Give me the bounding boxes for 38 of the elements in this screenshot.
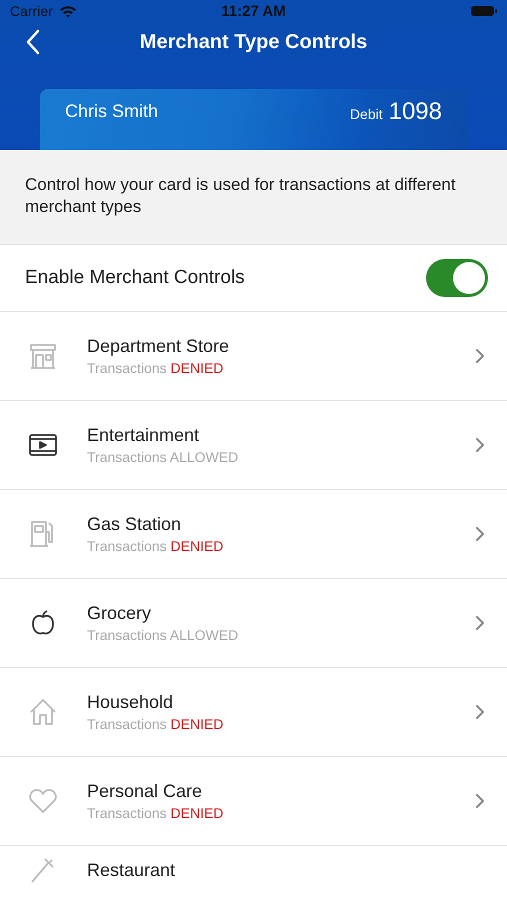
description-text: Control how your card is used for transactions at different merchant types — [25, 174, 457, 218]
merchant-row[interactable]: Restaurant — [0, 846, 507, 886]
merchant-name: Department Store — [87, 336, 230, 357]
transaction-status: Transactions DENIED — [87, 538, 224, 554]
toggle-switch[interactable] — [426, 259, 488, 297]
wifi-icon — [58, 4, 77, 18]
chevron-icon — [475, 437, 485, 453]
screen-title: Merchant Type Controls — [140, 30, 368, 54]
chevron-icon — [475, 348, 485, 364]
merchant-name: Gas Station — [87, 514, 182, 535]
transaction-status: Transactions DENIED — [87, 805, 224, 821]
merchant-row[interactable]: Gas Station Transactions DENIED — [0, 490, 507, 579]
chevron-icon — [475, 704, 485, 720]
merchant-name: Restaurant — [87, 860, 176, 880]
transaction-status: Transactions DENIED — [87, 716, 224, 732]
chevron-icon — [475, 615, 485, 631]
merchant-row[interactable]: Grocery Transactions ALLOWED — [0, 579, 507, 668]
clock-time: 11:27 AM — [221, 2, 286, 20]
merchant-name: Personal Care — [87, 781, 204, 802]
carrier-name: Carrier — [10, 3, 53, 20]
chevron-icon — [475, 793, 485, 809]
merchant-row[interactable]: Personal Care Transactions DENIED — [0, 757, 507, 846]
merchant-name: Household — [87, 692, 174, 713]
battery-icon — [471, 5, 497, 18]
merchant-name: Grocery — [87, 603, 152, 624]
back-icon[interactable] — [26, 29, 40, 56]
merchant-name: Entertainment — [87, 425, 200, 446]
transaction-status: Transactions DENIED — [87, 360, 224, 376]
merchant-row[interactable]: Entertainment Transactions ALLOWED — [0, 401, 507, 490]
transaction-status: Transactions ALLOWED — [87, 627, 238, 643]
card-type: Debit — [350, 106, 383, 122]
merchant-row[interactable]: Household Transactions DENIED — [0, 668, 507, 757]
cardholder-name: Chris Smith — [65, 101, 158, 122]
card-number: 1098 — [388, 98, 442, 126]
chevron-icon — [475, 526, 485, 542]
toggle-label: Enable Merchant Controls — [25, 267, 245, 289]
merchant-row[interactable]: Department Store Transactions DENIED — [0, 312, 507, 401]
transaction-status: Transactions ALLOWED — [87, 449, 238, 465]
